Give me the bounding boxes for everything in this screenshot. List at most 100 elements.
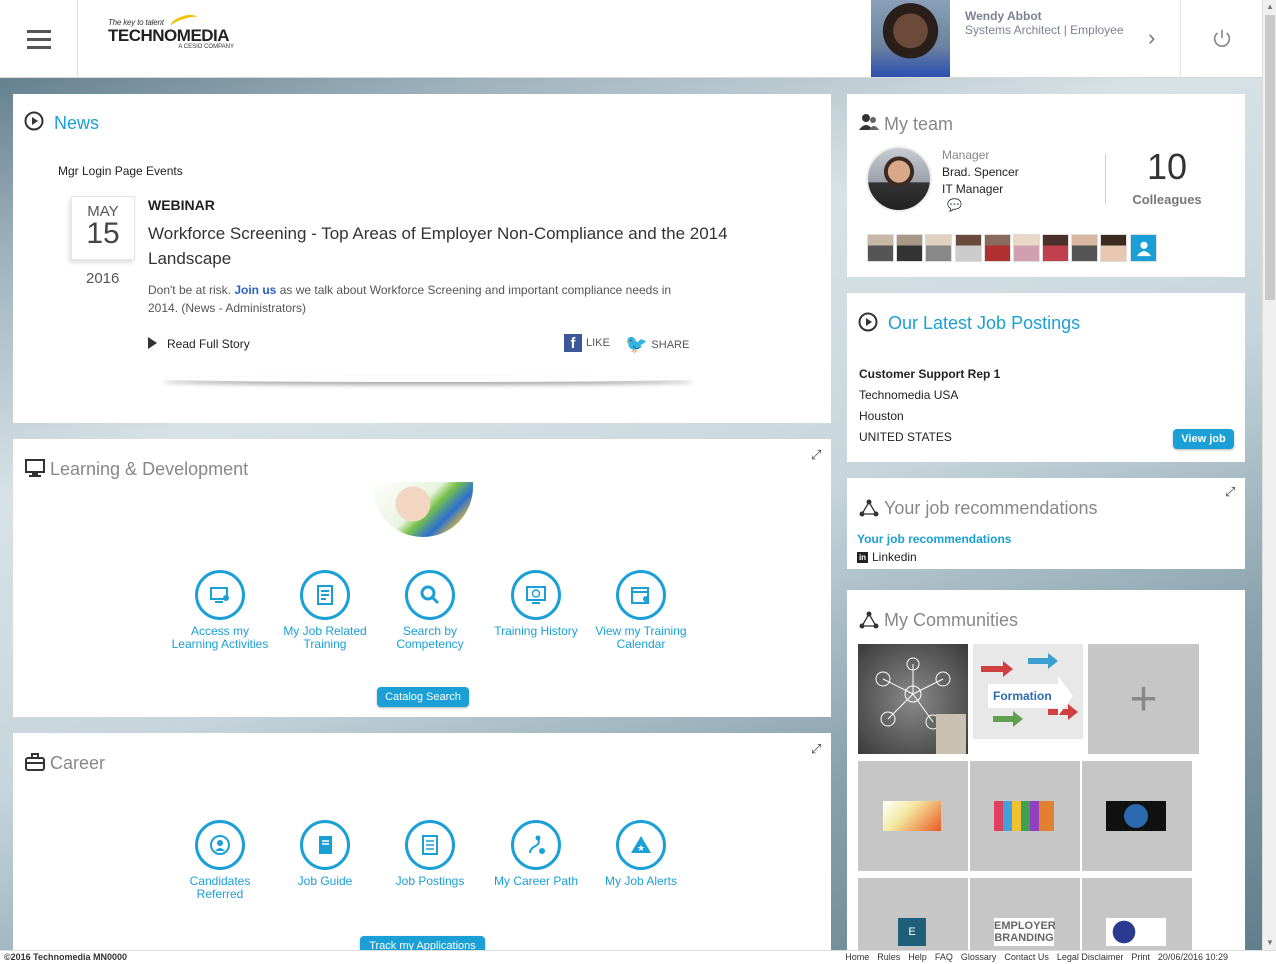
technomedia-logo[interactable]: The key to talent TECHNOMEDIA A CESIO CO… — [108, 11, 238, 60]
footer-link-rules[interactable]: Rules — [877, 952, 900, 962]
chevron-right-icon[interactable]: › — [1148, 26, 1168, 50]
training-history-button[interactable]: Training History — [486, 570, 586, 638]
community-tile-hr[interactable] — [1082, 761, 1192, 871]
colleague-avatar[interactable] — [955, 234, 982, 262]
user-info[interactable]: Wendy Abbot Systems Architect | Employee — [965, 9, 1145, 37]
manager-label: Manager — [942, 148, 990, 162]
footer-links: Home Rules Help FAQ Glossary Contact Us … — [845, 952, 1228, 962]
colleague-avatar-placeholder[interactable] — [1130, 234, 1157, 262]
learning-activities-button[interactable]: Access my Learning Activities — [170, 570, 270, 651]
linkedin-source[interactable]: in Linkedin — [857, 550, 917, 564]
view-job-button[interactable]: View job — [1173, 429, 1234, 449]
candidates-icon — [210, 835, 230, 855]
footer: ©2016 Technomedia MN0000 Home Rules Help… — [0, 950, 1276, 964]
network-diagram-image — [875, 657, 966, 754]
career-path-icon — [529, 835, 545, 854]
footer-link-glossary[interactable]: Glossary — [961, 952, 997, 962]
expand-icon[interactable]: ⤢ — [811, 742, 823, 755]
colleague-avatar[interactable] — [896, 234, 923, 262]
community-tile-network[interactable] — [858, 644, 968, 754]
team-divider — [1105, 154, 1106, 204]
community-tile-hr-gears[interactable] — [1082, 878, 1192, 953]
manager-title: IT Manager — [942, 182, 1004, 196]
add-community-button[interactable]: + — [1088, 644, 1199, 754]
footer-link-home[interactable]: Home — [845, 952, 869, 962]
community-tile-formation[interactable]: Formation — [973, 644, 1083, 739]
read-full-story-link[interactable]: Read Full Story — [148, 337, 250, 351]
community-tile-hospitality[interactable] — [858, 761, 968, 871]
news-section-label: Mgr Login Page Events — [58, 164, 183, 178]
job-title[interactable]: Customer Support Rep 1 — [859, 367, 1000, 381]
manager-name[interactable]: Brad. Spencer — [942, 165, 1019, 179]
hamburger-menu-button[interactable] — [0, 0, 78, 78]
colleague-avatar[interactable] — [1071, 234, 1098, 262]
colleague-count: 10 — [1146, 146, 1188, 187]
person-icon — [1136, 241, 1151, 257]
twitter-share-button[interactable]: 🐦 SHARE — [625, 334, 689, 355]
candidates-referred-button[interactable]: Candidates Referred — [170, 820, 270, 901]
alert-icon: ★ — [631, 836, 651, 854]
catalog-search-button[interactable]: Catalog Search — [377, 687, 469, 707]
chat-icon[interactable]: 💬 — [947, 198, 962, 212]
expand-icon[interactable]: ⤢ — [811, 448, 823, 461]
training-history-icon — [526, 586, 546, 604]
career-path-button[interactable]: My Career Path — [486, 820, 586, 888]
job-postings-button[interactable]: Job Postings — [380, 820, 480, 888]
vertical-scrollbar[interactable]: ▲ ▼ — [1262, 0, 1276, 950]
job-related-training-button[interactable]: My Job Related Training — [275, 570, 375, 651]
learning-hero-image — [373, 482, 473, 537]
training-calendar-button[interactable]: View my Training Calendar — [591, 570, 691, 651]
colleague-avatar[interactable] — [984, 234, 1011, 262]
footer-link-legal[interactable]: Legal Disclaimer — [1057, 952, 1124, 962]
news-year: 2016 — [86, 270, 120, 287]
colleague-avatar[interactable] — [1100, 234, 1127, 262]
scroll-thumb[interactable] — [1265, 15, 1275, 300]
hr-gears-logo — [1106, 918, 1166, 946]
colleague-avatar[interactable] — [1013, 234, 1040, 262]
community-tile-people[interactable] — [970, 761, 1080, 871]
communities-panel: My Communities Formation + E EMPLOYER BR… — [847, 590, 1245, 953]
people-group-image — [994, 801, 1054, 831]
footer-link-print[interactable]: Print — [1131, 952, 1150, 962]
colleague-avatar[interactable] — [1042, 234, 1069, 262]
hr-hospitality-logo — [883, 801, 941, 831]
recommendations-link[interactable]: Your job recommendations — [857, 532, 1011, 546]
power-icon — [1213, 29, 1230, 47]
footer-link-help[interactable]: Help — [908, 952, 927, 962]
manager-avatar[interactable] — [866, 146, 932, 212]
community-tile-employer-branding[interactable]: EMPLOYER BRANDING — [970, 878, 1080, 953]
logout-button[interactable] — [1180, 0, 1262, 78]
news-divider — [163, 376, 693, 382]
colleague-avatar[interactable] — [867, 234, 894, 262]
scroll-down-icon[interactable]: ▼ — [1266, 938, 1274, 947]
e-logo: E — [898, 918, 926, 946]
network-icon — [859, 499, 879, 517]
join-us-link[interactable]: Join us — [234, 283, 276, 297]
user-avatar[interactable] — [871, 0, 950, 77]
formation-label: Formation — [993, 689, 1052, 703]
colleague-avatar[interactable] — [925, 234, 952, 262]
job-guide-button[interactable]: Job Guide — [275, 820, 375, 888]
team-title: My team — [884, 114, 954, 134]
expand-icon[interactable]: ⤢ — [1225, 485, 1237, 498]
team-icon — [859, 114, 879, 130]
community-tile-e[interactable]: E — [858, 878, 968, 953]
career-title: Career — [50, 753, 106, 773]
footer-link-faq[interactable]: FAQ — [935, 952, 953, 962]
scroll-up-icon[interactable]: ▲ — [1266, 2, 1274, 11]
job-postings-title: Our Latest Job Postings — [888, 313, 1081, 333]
employer-branding-logo: EMPLOYER BRANDING — [994, 918, 1056, 946]
footer-link-contact[interactable]: Contact Us — [1004, 952, 1049, 962]
job-alerts-button[interactable]: ★ My Job Alerts — [591, 820, 691, 888]
play-circle-icon — [24, 111, 44, 131]
facebook-like-button[interactable]: f LIKE — [564, 334, 610, 352]
copyright: ©2016 Technomedia MN0000 — [4, 952, 128, 962]
hr-logo — [1106, 801, 1166, 831]
colleague-count-label[interactable]: Colleagues — [1117, 192, 1217, 207]
linkedin-icon: in — [857, 551, 868, 563]
career-panel: Career ⤢ Candidates Referred Job Guide J… — [13, 733, 831, 953]
news-date: MAY 15 — [71, 196, 135, 260]
news-headline[interactable]: Workforce Screening - Top Areas of Emplo… — [148, 221, 758, 271]
user-role: Systems Architect | Employee — [965, 23, 1124, 37]
search-competency-button[interactable]: Search by Competency — [380, 570, 480, 651]
